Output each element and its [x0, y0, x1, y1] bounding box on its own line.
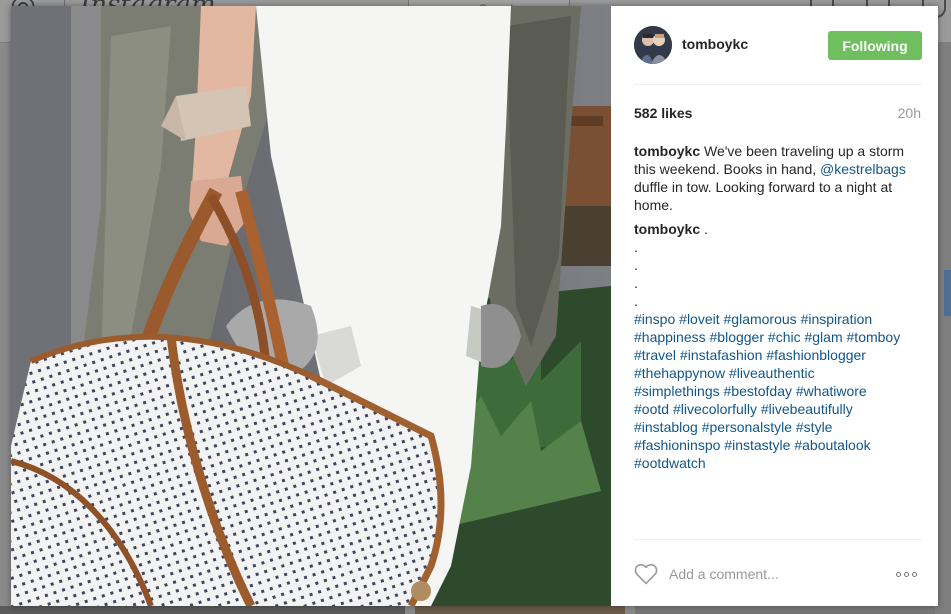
comment-dot: . [634, 257, 638, 273]
hashtag-link[interactable]: #simplethings [634, 383, 720, 399]
hashtag-link[interactable]: #chic [768, 329, 801, 345]
comment-username[interactable]: tomboykc [634, 221, 700, 237]
comment-dot: . [634, 275, 638, 291]
heart-icon[interactable] [634, 563, 658, 585]
post-details-panel: tomboykc Following 582 likes 20h tomboyk… [611, 6, 938, 606]
caption: tomboykc We've been traveling up a storm… [634, 142, 924, 214]
caption-mention-link[interactable]: @kestrelbags [820, 161, 906, 177]
post-photo-image [11, 6, 611, 606]
hashtag-link[interactable]: #liveauthentic [729, 365, 815, 381]
hashtag-line: #thehappynow #liveauthentic [634, 364, 924, 382]
comment-bar [634, 554, 922, 594]
hashtag-link[interactable]: #style [796, 419, 833, 435]
comment-dot: . [634, 239, 638, 255]
comment-dot: . [634, 293, 638, 309]
hashtag-link[interactable]: #fashioninspo [634, 437, 720, 453]
comment-dot-line: . [634, 274, 924, 292]
hashtag-line: #ootdwatch [634, 454, 924, 472]
hashtag-link[interactable]: #glamorous [724, 311, 797, 327]
hashtag-line: #inspo #loveit #glamorous #inspiration [634, 310, 924, 328]
header-divider [634, 84, 922, 85]
comment-divider [634, 539, 922, 540]
avatar[interactable] [634, 26, 672, 64]
comment-dot-line: . [634, 256, 924, 274]
hashtag-link[interactable]: #personalstyle [702, 419, 792, 435]
hashtag-link[interactable]: #ootd [634, 401, 669, 417]
hashtag-link[interactable]: #aboutalook [794, 437, 870, 453]
hashtag-link[interactable]: #whatiwore [796, 383, 867, 399]
hashtag-link[interactable]: #instafashion [680, 347, 763, 363]
hashtag-link[interactable]: #instablog [634, 419, 698, 435]
hashtag-link[interactable]: #fashionblogger [766, 347, 866, 363]
background-feed-thumb [944, 270, 951, 316]
hashtag-link[interactable]: #glam [804, 329, 842, 345]
comments-list: tomboykc We've been traveling up a storm… [634, 142, 924, 472]
hashtag-line: #simplethings #bestofday #whatiwore [634, 382, 924, 400]
add-comment-input[interactable] [669, 564, 869, 584]
hashtag-link[interactable]: #travel [634, 347, 676, 363]
hashtag-link[interactable]: #instastyle [724, 437, 790, 453]
background-feed-tile [0, 606, 405, 614]
comment-dot: . [704, 221, 708, 237]
hashtag-link[interactable]: #happiness [634, 329, 706, 345]
comment-dot-line: . [634, 292, 924, 310]
post-photo[interactable] [11, 6, 611, 606]
post-modal: tomboykc Following 582 likes 20h tomboyk… [11, 6, 938, 606]
hashtag-line: #happiness #blogger #chic #glam #tomboy [634, 328, 924, 346]
hashtag-line: #fashioninspo #instastyle #aboutalook [634, 436, 924, 454]
hashtag-link[interactable]: #livebeautifully [761, 401, 853, 417]
background-feed-tile [415, 606, 625, 614]
hashtag-link[interactable]: #livecolorfully [673, 401, 757, 417]
hashtag-link[interactable]: #loveit [679, 311, 719, 327]
more-dot [904, 572, 909, 577]
hashtag-line: #ootd #livecolorfully #livebeautifully [634, 400, 924, 418]
caption-username[interactable]: tomboykc [634, 143, 700, 159]
comment-dot-line: . [634, 238, 924, 256]
more-dot [912, 572, 917, 577]
post-time[interactable]: 20h [898, 105, 921, 121]
background-feed-tile [635, 606, 935, 614]
more-options-icon[interactable] [896, 564, 922, 584]
hashtag-line: #travel #instafashion #fashionblogger [634, 346, 924, 364]
post-username[interactable]: tomboykc [682, 36, 748, 52]
hashtag-link[interactable]: #ootdwatch [634, 455, 706, 471]
hashtag-link[interactable]: #inspo [634, 311, 675, 327]
hashtag-link[interactable]: #inspiration [801, 311, 873, 327]
hashtag-link[interactable]: #blogger [710, 329, 765, 345]
hashtag-line: #instablog #personalstyle #style [634, 418, 924, 436]
hashtag-link[interactable]: #bestofday [724, 383, 793, 399]
likes-count[interactable]: 582 likes [634, 105, 692, 121]
following-button[interactable]: Following [828, 31, 922, 60]
hashtag-link[interactable]: #thehappynow [634, 365, 725, 381]
comment-item: tomboykc . [634, 220, 924, 238]
hashtag-link[interactable]: #tomboy [847, 329, 901, 345]
more-dot [896, 572, 901, 577]
caption-text-after: duffle in tow. Looking forward to a nigh… [634, 179, 893, 213]
avatar-image [634, 26, 672, 64]
